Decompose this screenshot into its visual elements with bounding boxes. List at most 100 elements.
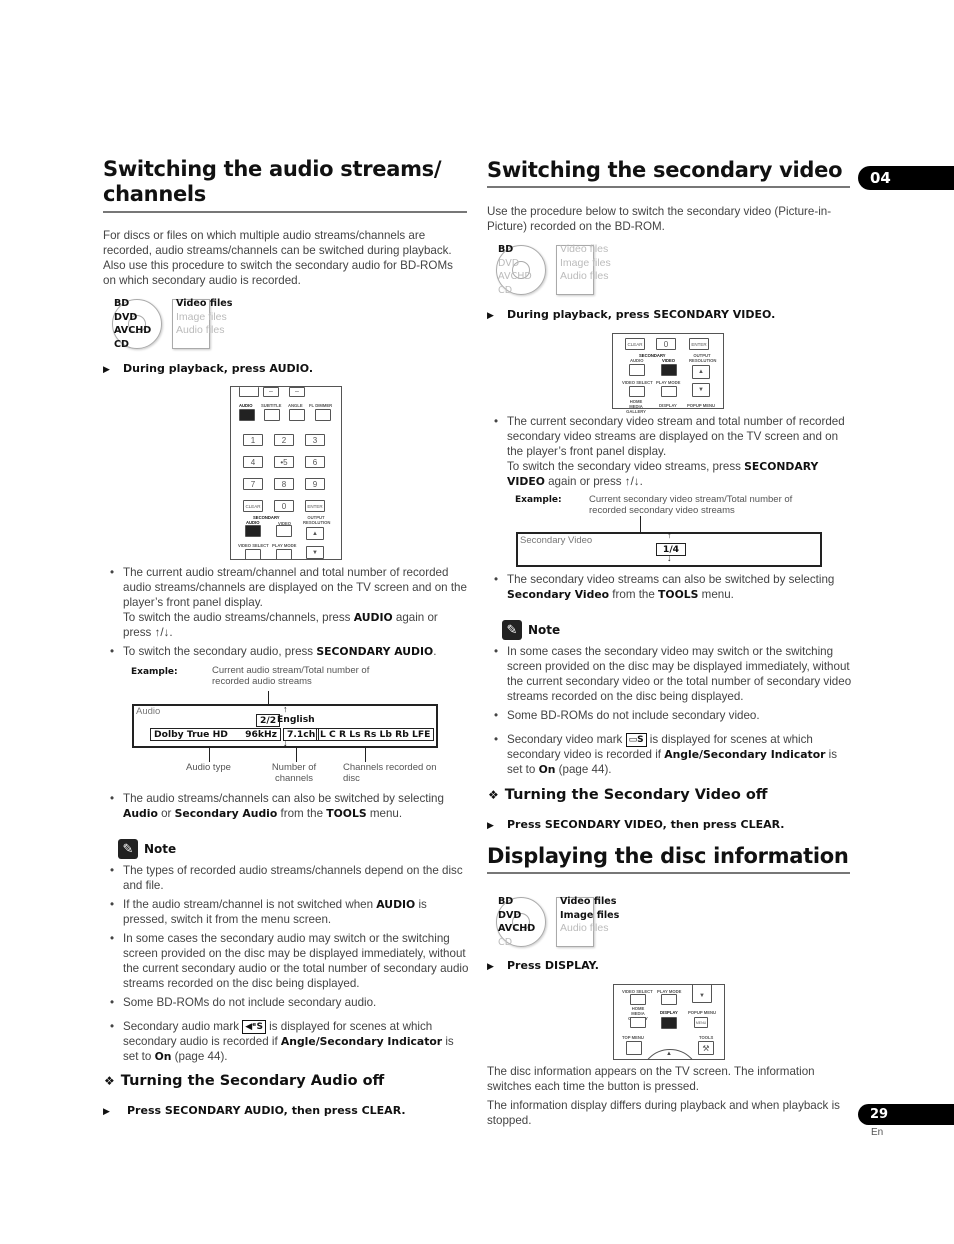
label-top-menu: TOP MENU — [622, 1035, 644, 1040]
video-select-button[interactable] — [629, 386, 645, 397]
note-text: If the audio stream/channel is not switc… — [123, 898, 377, 911]
example-caption: Current secondary video stream/Total num… — [589, 494, 793, 516]
step-press-secondary-video: ▶ During playback, press SECONDARY VIDEO. — [487, 308, 775, 321]
secondary-video-button[interactable] — [276, 525, 292, 537]
intro-audio: For discs or files on which multiple aud… — [103, 229, 453, 287]
label-popup-menu: POPUP MENU — [688, 1010, 717, 1015]
label-display: DISPLAY — [659, 403, 677, 408]
step-text: Press SECONDARY VIDEO, then press CLEAR. — [507, 818, 785, 831]
label-play-mode: PLAY MODE — [656, 380, 681, 385]
disc-type-list: BD DVD AVCHD CD — [498, 895, 535, 949]
zero-button[interactable]: 0 — [274, 500, 294, 512]
audio-button[interactable] — [239, 409, 255, 421]
bullet-bold: Secondary Video — [507, 588, 610, 601]
enter-button[interactable]: ENTER — [305, 500, 325, 512]
digit-button-5[interactable]: •5 — [274, 456, 294, 468]
resolution-down-button[interactable]: ▼ — [306, 546, 324, 559]
file-audio: Audio files — [560, 270, 609, 282]
bullet-secondary-audio: To switch the secondary audio, press SEC… — [103, 644, 469, 659]
label-output-resolution: OUTPUT RESOLUTION — [303, 515, 331, 525]
pencil-icon: ✎ — [502, 620, 522, 640]
label-output-resolution: OUTPUT RESOLUTION — [689, 353, 717, 363]
bullet-text: . — [433, 645, 437, 658]
chapter-tab: 04 — [858, 166, 954, 190]
step-text: Press DISPLAY. — [507, 959, 599, 972]
bullet-bold: AUDIO — [353, 611, 393, 624]
video-select-button[interactable] — [245, 549, 261, 560]
step-secondary-audio-clear: ▶ Press SECONDARY AUDIO, then press CLEAR… — [103, 1104, 406, 1117]
resolution-down-button[interactable]: ▼ — [692, 383, 710, 397]
file-image: Image files — [176, 310, 227, 323]
down-button[interactable]: ▼ — [692, 985, 712, 1003]
remote-button-top3: – — [289, 387, 305, 397]
label-video-select: VIDEO SELECT — [238, 543, 269, 548]
bullet-text: The audio streams/channels can also be s… — [123, 792, 444, 805]
secondary-audio-button[interactable] — [245, 525, 261, 537]
tools-button[interactable]: ⚒ — [698, 1041, 714, 1055]
note-bold: Angle/Secondary Indicator — [280, 1035, 443, 1048]
subtitle-button[interactable] — [264, 409, 280, 421]
note-label: Note — [528, 623, 561, 637]
bullet-text: To switch the secondary audio, press — [123, 645, 317, 658]
video-select-button[interactable] — [630, 994, 646, 1005]
play-mode-button[interactable] — [661, 386, 677, 397]
disc-dvd: DVD — [114, 311, 138, 323]
digit-button-8[interactable]: 8 — [274, 478, 294, 490]
fl-dimmer-button[interactable] — [315, 409, 331, 421]
angle-button[interactable] — [289, 409, 305, 421]
step-arrow-icon: ▶ — [103, 365, 110, 375]
zero-button[interactable]: 0 — [656, 338, 676, 350]
popup-menu-button[interactable]: MENU — [694, 1017, 708, 1028]
note-item: In some cases the secondary video may sw… — [487, 644, 853, 704]
resolution-up-button[interactable]: ▲ — [692, 365, 710, 379]
clear-button[interactable]: CLEAR — [243, 500, 263, 512]
resolution-up-button[interactable]: ▲ — [306, 527, 324, 540]
label-display: DISPLAY — [660, 1010, 678, 1015]
enter-button[interactable]: ENTER — [689, 338, 709, 350]
digit-button-6[interactable]: 6 — [305, 456, 325, 468]
bullet-text: menu. — [366, 807, 403, 820]
remote-illustration-audio: – – AUDIO SUBTITLE ANGLE FL DIMMER 1 2 3… — [230, 386, 342, 560]
note-item: If the audio stream/channel is not switc… — [103, 897, 469, 927]
section-title-disc-info: Displaying the disc information — [487, 844, 849, 868]
diamond-icon: ❖ — [104, 1074, 115, 1088]
home-media-gallery-button[interactable] — [630, 1017, 646, 1028]
audio-bullets: The current audio stream/channel and tot… — [103, 565, 469, 663]
digit-button-4[interactable]: 4 — [243, 456, 263, 468]
disc-type-list: BD DVD AVCHD CD — [114, 297, 151, 351]
digit-button-1[interactable]: 1 — [243, 434, 263, 446]
top-menu-button[interactable] — [626, 1041, 642, 1055]
subheading-text: Turning the Secondary Audio off — [120, 1073, 385, 1089]
secondary-audio-button[interactable] — [629, 364, 645, 376]
wrench-icon: ⚒ — [702, 1044, 710, 1053]
disc-bd: BD — [114, 298, 130, 309]
bullet-bold: TOOLS — [326, 807, 367, 820]
section-title-audio: Switching the audio streams/ channels — [103, 157, 467, 207]
note-label: Note — [144, 842, 177, 856]
section-title-secondary-video: Switching the secondary video — [487, 158, 843, 182]
disc-bd: BD — [498, 896, 514, 907]
secondary-video-button[interactable] — [661, 364, 677, 376]
play-mode-button[interactable] — [661, 994, 677, 1005]
note-item: The types of recorded audio streams/chan… — [103, 863, 469, 893]
play-mode-button[interactable] — [276, 549, 292, 560]
digit-button-9[interactable]: 9 — [305, 478, 325, 490]
disc-dvd: DVD — [498, 909, 522, 921]
label-home-media-gallery: HOME MEDIA GALLERY — [626, 399, 646, 414]
osd-title: Secondary Video — [520, 535, 593, 546]
digit-button-7[interactable]: 7 — [243, 478, 263, 490]
left-column: Switching the audio streams/ channels — [103, 157, 467, 207]
bullet-text: again or press ↑/↓. — [544, 475, 643, 488]
bullet-text: The current audio stream/channel and tot… — [123, 566, 467, 609]
digit-button-2[interactable]: 2 — [274, 434, 294, 446]
file-type-list: Video files Image files Audio files — [560, 243, 611, 284]
note-item: Secondary audio mark ◀ᵉS is displayed fo… — [103, 1019, 469, 1064]
clear-button[interactable]: CLEAR — [625, 338, 645, 350]
digit-button-3[interactable]: 3 — [305, 434, 325, 446]
disc-avchd: AVCHD — [114, 325, 152, 336]
disc-bd: BD — [498, 244, 514, 255]
media-compat-badge: BD DVD AVCHD CD Video files Image files … — [492, 243, 632, 298]
title-line-2: channels — [103, 182, 207, 206]
display-button[interactable] — [661, 1017, 677, 1029]
file-audio: Audio files — [176, 324, 225, 336]
